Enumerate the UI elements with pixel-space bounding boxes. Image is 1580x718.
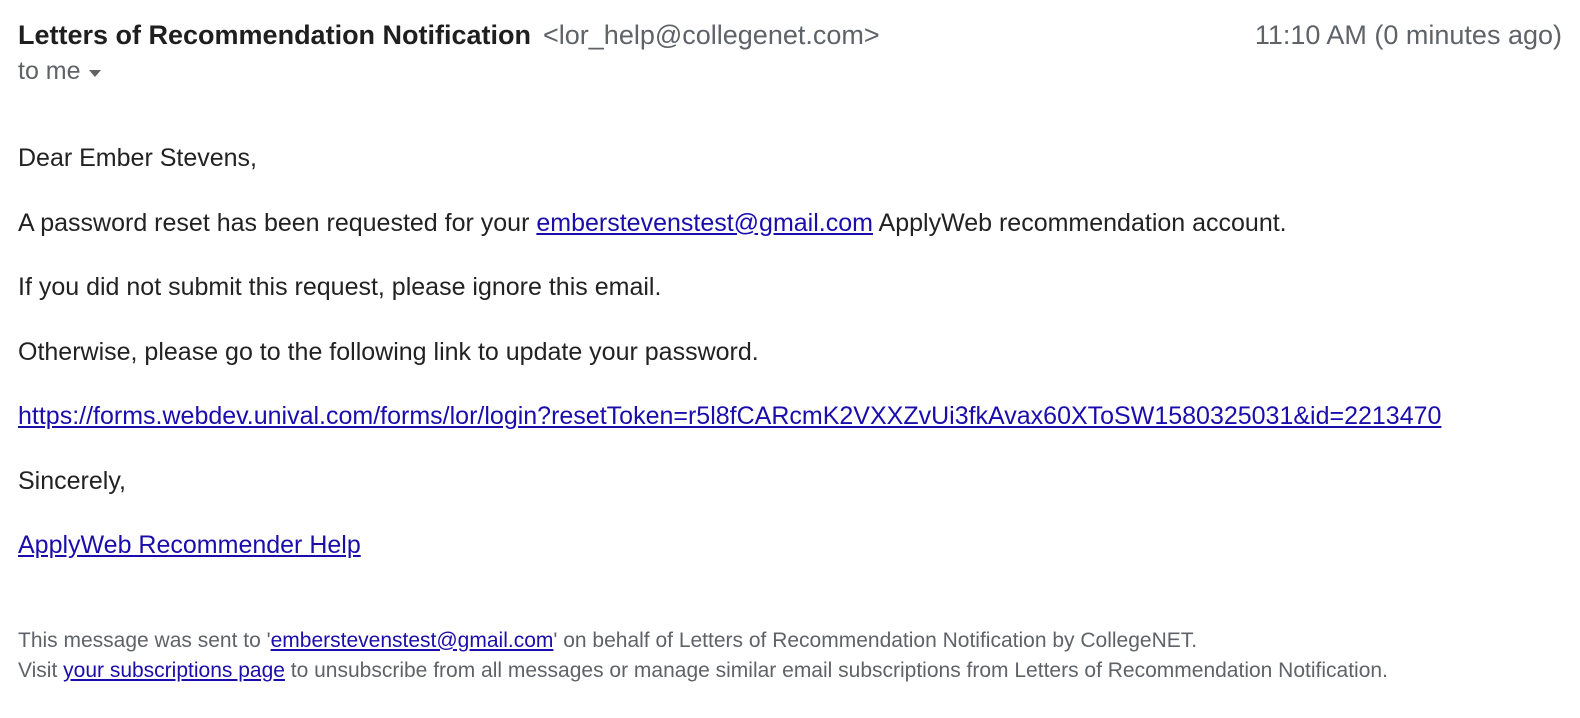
password-reset-link[interactable]: https://forms.webdev.unival.com/forms/lo… bbox=[18, 402, 1441, 430]
sender-block: Letters of Recommendation Notification <… bbox=[18, 20, 880, 51]
text-fragment: to unsubscribe from all messages or mana… bbox=[285, 659, 1388, 682]
reset-request-line: A password reset has been requested for … bbox=[18, 207, 1562, 240]
signoff: Sincerely, bbox=[18, 465, 1562, 498]
footer-email-link[interactable]: emberstevenstest@gmail.com bbox=[271, 629, 554, 652]
email-footer: This message was sent to 'emberstevenste… bbox=[18, 626, 1562, 687]
text-fragment: ApplyWeb recommendation account. bbox=[873, 209, 1287, 237]
help-link-paragraph: ApplyWeb Recommender Help bbox=[18, 529, 1562, 562]
sender-name: Letters of Recommendation Notification bbox=[18, 20, 531, 50]
text-fragment: Visit bbox=[18, 659, 63, 682]
recipient-label: to me bbox=[18, 57, 81, 86]
instruction-line: Otherwise, please go to the following li… bbox=[18, 336, 1562, 369]
text-fragment: ' on behalf of Letters of Recommendation… bbox=[553, 629, 1197, 652]
reset-link-paragraph: https://forms.webdev.unival.com/forms/lo… bbox=[18, 400, 1562, 433]
email-header: Letters of Recommendation Notification <… bbox=[18, 20, 1562, 51]
help-link[interactable]: ApplyWeb Recommender Help bbox=[18, 531, 361, 559]
timestamp: 11:10 AM (0 minutes ago) bbox=[1255, 20, 1562, 51]
recipient-dropdown[interactable]: to me bbox=[18, 57, 1562, 86]
account-email-link[interactable]: emberstevenstest@gmail.com bbox=[536, 209, 873, 237]
ignore-line: If you did not submit this request, plea… bbox=[18, 271, 1562, 304]
footer-line-1: This message was sent to 'emberstevenste… bbox=[18, 626, 1562, 656]
text-fragment: This message was sent to ' bbox=[18, 629, 271, 652]
sender-email: <lor_help@collegenet.com> bbox=[536, 20, 880, 50]
footer-line-2: Visit your subscriptions page to unsubsc… bbox=[18, 656, 1562, 686]
greeting: Dear Ember Stevens, bbox=[18, 142, 1562, 175]
email-body: Dear Ember Stevens, A password reset has… bbox=[18, 142, 1562, 562]
text-fragment: A password reset has been requested for … bbox=[18, 209, 536, 237]
subscriptions-link[interactable]: your subscriptions page bbox=[63, 659, 285, 682]
chevron-down-icon bbox=[89, 70, 101, 77]
